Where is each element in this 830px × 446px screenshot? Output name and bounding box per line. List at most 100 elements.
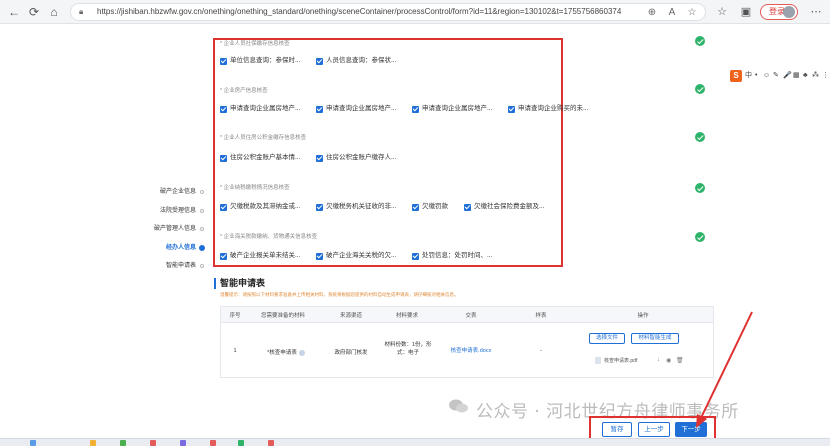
checkbox-label: 住房公积金账户基本情... — [230, 154, 301, 161]
app-icon[interactable] — [120, 440, 126, 446]
star-icon[interactable]: ☆ — [685, 6, 699, 20]
app-icon[interactable] — [90, 440, 96, 446]
address-bar[interactable]: 🔒︎ https://jishiban.hbzwfw.gov.cn/onethi… — [70, 3, 706, 21]
checkbox-label: 申请查询企业属房地产... — [230, 105, 301, 112]
next-step-button[interactable]: 下一步 — [675, 422, 707, 437]
checkbox-item[interactable]: 欠缴社会保险费金额及... — [464, 202, 544, 212]
home-icon[interactable]: ⌂ — [46, 4, 62, 20]
column-header: 序号 — [229, 313, 241, 319]
checkbox-icon[interactable] — [220, 105, 227, 113]
login-button[interactable]: 登录 — [760, 4, 798, 20]
ime-item[interactable]: • — [755, 71, 757, 81]
nav-item-handler[interactable]: 经办人信息 — [140, 242, 210, 254]
more-icon[interactable]: ⋯ — [808, 4, 824, 20]
column-header: 操作 — [637, 313, 649, 319]
check-circle-icon — [695, 36, 705, 46]
template-download-link[interactable]: 核查申请表.docx — [439, 346, 503, 354]
checkbox-label: 单位信息查询：参保时... — [230, 57, 301, 64]
checkbox-item[interactable]: 人员信息查询：参保状... — [316, 56, 396, 66]
section-title: * 企业海关税款缴纳、货物通关信息核查 — [220, 234, 318, 240]
help-icon[interactable] — [298, 349, 305, 356]
checkbox-item[interactable]: 欠缴税款及其滞纳金或... — [220, 202, 300, 212]
taskbar — [0, 438, 830, 446]
uploaded-file[interactable]: 核查申请表.pdf — [595, 357, 638, 365]
ime-item[interactable]: ♣ — [803, 71, 808, 81]
section-title: * 企业纳税缴税情况信息核查 — [220, 185, 290, 191]
nav-item-administrator[interactable]: 破产管理人信息 — [140, 223, 210, 235]
ime-item[interactable]: ⋮ — [822, 71, 829, 81]
refresh-icon[interactable]: ⟳ — [26, 4, 42, 20]
app-icon[interactable] — [238, 440, 244, 446]
checkbox-icon[interactable] — [316, 203, 323, 211]
checkbox-item[interactable]: 欠缴罚款 — [412, 202, 448, 212]
avatar — [783, 6, 795, 18]
checkbox-item[interactable]: 处罚信息：处罚时间、... — [412, 251, 492, 261]
checkbox-icon[interactable] — [220, 57, 227, 65]
checkbox-item[interactable]: 申请查询企业属房地产... — [220, 104, 300, 114]
app-icon[interactable] — [268, 440, 274, 446]
ime-item[interactable]: 🎤 — [783, 71, 792, 81]
checkbox-item[interactable]: 破产企业海关关税的欠... — [316, 251, 396, 261]
back-icon[interactable]: ← — [6, 4, 22, 20]
checkbox-icon[interactable] — [220, 203, 227, 211]
nav-item-label: 智能申请表 — [165, 263, 196, 269]
checkbox-label: 破产企业报关单未结关... — [230, 252, 301, 259]
app-icon[interactable] — [180, 440, 186, 446]
check-circle-icon — [695, 183, 705, 193]
nav-item-smart-form[interactable]: 智能申请表 — [140, 260, 210, 272]
ime-item[interactable]: ⁂ — [812, 71, 819, 81]
browser-toolbar: ← ⟳ ⌂ 🔒︎ https://jishiban.hbzwfw.gov.cn/… — [0, 0, 830, 24]
favorites-icon[interactable]: ☆ — [714, 4, 730, 20]
checkbox-item[interactable]: 单位信息查询：参保时... — [220, 56, 300, 66]
checkbox-icon[interactable] — [316, 105, 323, 113]
checkbox-item[interactable]: 破产企业报关单未结关... — [220, 251, 300, 261]
sogou-ime-icon[interactable]: S — [730, 70, 742, 82]
column-header: 来源渠道 — [339, 313, 362, 319]
file-name: 核查申请表.pdf — [604, 358, 638, 364]
save-draft-button[interactable]: 暂存 — [602, 422, 632, 437]
app-icon[interactable] — [30, 440, 36, 446]
nav-dot — [199, 245, 205, 251]
ime-item[interactable]: 中 — [745, 71, 752, 81]
nav-dot — [200, 227, 204, 231]
download-icon[interactable]: ↓ — [657, 357, 660, 363]
generate-material-button[interactable]: 材料智能生成 — [631, 333, 679, 344]
checkbox-icon[interactable] — [508, 105, 515, 113]
nav-item-bankrupt-company[interactable]: 破产企业信息 — [140, 186, 210, 198]
nav-dot — [200, 264, 204, 268]
checkbox-item[interactable]: 住房公积金账户基本情... — [220, 153, 300, 163]
ime-item[interactable]: ▦ — [793, 71, 800, 81]
section-title: * 企业人员社保缴存信息核查 — [220, 41, 290, 47]
nav-item-court-acceptance[interactable]: 法院受理信息 — [140, 205, 210, 217]
app-icon[interactable] — [150, 440, 156, 446]
checkbox-icon[interactable] — [316, 154, 323, 162]
nav-item-label: 法院受理信息 — [159, 208, 196, 214]
checkbox-item[interactable]: 欠缴税务机关征收的非... — [316, 202, 396, 212]
section-title: * 企业人员住房公积金缴存信息核查 — [220, 135, 307, 141]
checkbox-icon[interactable] — [220, 154, 227, 162]
select-file-button[interactable]: 选择文件 — [589, 333, 625, 344]
checkbox-icon[interactable] — [412, 105, 419, 113]
checkbox-item[interactable]: 申请查询企业购买的未... — [508, 104, 588, 114]
eye-icon[interactable]: ◉ — [666, 357, 671, 364]
checkbox-item[interactable]: 申请查询企业属房地产... — [412, 104, 492, 114]
checkbox-icon[interactable] — [412, 203, 419, 211]
table-header: 序号 您需要准备的材料 来源渠道 材料要求 交表 样表 操作 — [221, 307, 713, 323]
check-circle-icon — [695, 232, 705, 242]
trash-icon[interactable]: 🗑︎ — [676, 357, 684, 364]
ime-item[interactable]: ☺ — [763, 71, 770, 81]
checkbox-item[interactable]: 住房公积金账户缴存人... — [316, 153, 396, 163]
extension-icon[interactable]: ▣ — [738, 4, 754, 20]
read-aloud-icon[interactable]: A — [665, 6, 679, 20]
prev-step-button[interactable]: 上一步 — [638, 422, 670, 437]
checkbox-icon[interactable] — [464, 203, 471, 211]
zoom-icon[interactable]: ⊕ — [645, 6, 659, 20]
section-title: * 企业房产信息核查 — [220, 88, 268, 94]
checkbox-item[interactable]: 申请查询企业属房地产... — [316, 104, 396, 114]
app-icon[interactable] — [210, 440, 216, 446]
checkbox-icon[interactable] — [316, 252, 323, 260]
checkbox-icon[interactable] — [220, 252, 227, 260]
checkbox-icon[interactable] — [412, 252, 419, 260]
ime-item[interactable]: ✎ — [773, 71, 779, 81]
checkbox-icon[interactable] — [316, 57, 323, 65]
